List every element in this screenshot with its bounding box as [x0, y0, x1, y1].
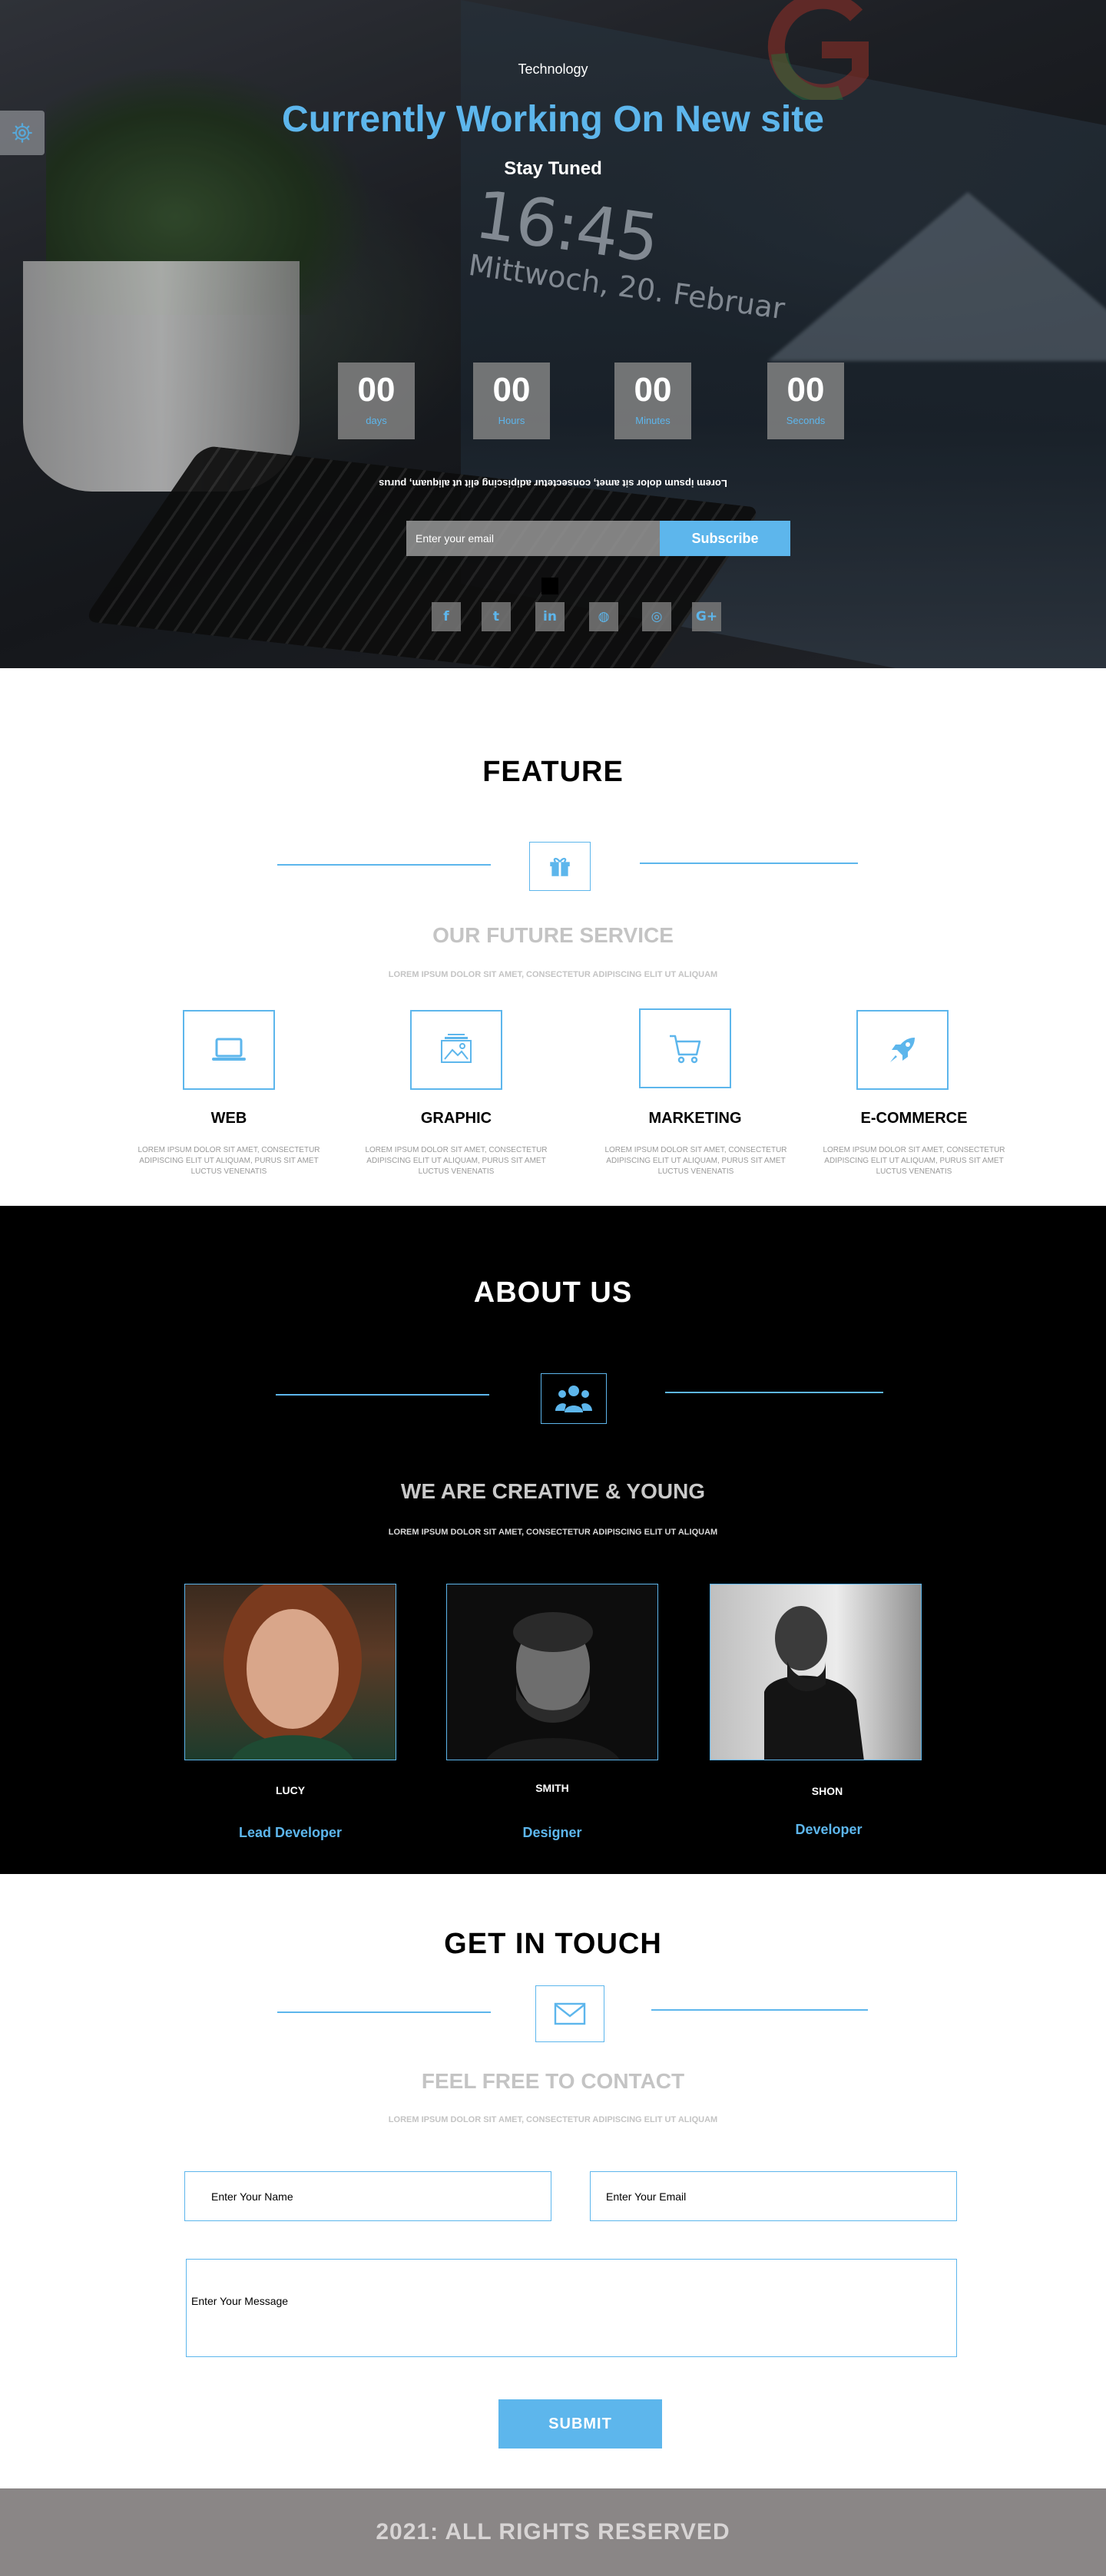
portrait-smith-image — [486, 1612, 620, 1760]
member-photo-lucy — [184, 1584, 396, 1760]
hero-marker — [541, 578, 558, 594]
service-graphic-name: GRAPHIC — [420, 1110, 492, 1127]
member-role: Developer — [795, 1822, 863, 1837]
service-web-name: WEB — [210, 1110, 247, 1127]
social-links: f t in ◍ ◎ G+ — [0, 602, 1106, 631]
contact-subtitle: FEEL FREE TO CONTACT — [421, 2069, 685, 2093]
member-role: Designer — [522, 1825, 582, 1840]
divider-right — [665, 1392, 883, 1393]
email-field[interactable] — [590, 2171, 957, 2221]
service-web-desc: LOREM IPSUM DOLOR SIT AMET, CONSECTETUR … — [137, 1146, 320, 1176]
divider-right — [651, 2009, 868, 2011]
feature-section: FEATURE OUR FUTURE SERVICE LOREM IPSUM D… — [0, 668, 1106, 1206]
hero-mirrored-text: Lorem ipsum dolor sit amet, consectetur … — [379, 478, 727, 489]
divider-left — [277, 864, 491, 866]
about-title: ABOUT US — [473, 1276, 633, 1309]
countdown-value: 00 — [492, 371, 531, 409]
globe-icon[interactable]: ◎ — [642, 602, 671, 631]
member-name: SMITH — [535, 1782, 569, 1794]
about-icon-frame — [541, 1373, 607, 1424]
laptop-icon — [212, 1038, 246, 1061]
countdown: 00 days 00 Hours 00 Minutes 00 Seconds — [0, 363, 1106, 439]
image-gallery-icon — [441, 1034, 472, 1063]
feature-title: FEATURE — [482, 756, 624, 788]
about-subtitle: WE ARE CREATIVE & YOUNG — [400, 1479, 706, 1503]
gift-icon — [550, 857, 570, 876]
contact-title: GET IN TOUCH — [444, 1928, 662, 1960]
subscribe-email-input[interactable] — [406, 521, 660, 556]
message-field[interactable] — [186, 2259, 957, 2357]
countdown-unit: Seconds — [786, 415, 826, 426]
member-name: LUCY — [275, 1784, 306, 1796]
users-icon — [555, 1386, 592, 1412]
feature-icon-frame — [529, 842, 591, 891]
hero-subline: Stay Tuned — [504, 158, 602, 179]
hero-section: 16:45 Mittwoch, 20. Februar Technology C… — [0, 0, 1106, 668]
envelope-icon — [554, 2002, 586, 2025]
footer-copyright: 2021: ALL RIGHTS RESERVED — [376, 2519, 730, 2545]
hero-eyebrow: Technology — [518, 61, 588, 77]
divider-right — [640, 863, 858, 864]
portrait-lucy-image — [224, 1584, 362, 1760]
twitter-icon[interactable]: t — [482, 602, 511, 631]
service-marketing-name: MARKETING — [648, 1110, 742, 1127]
countdown-unit: Minutes — [635, 415, 671, 426]
linkedin-icon[interactable]: in — [535, 602, 565, 631]
service-web-card[interactable] — [183, 1010, 275, 1090]
facebook-icon[interactable]: f — [432, 602, 461, 631]
contact-icon-frame — [535, 1985, 604, 2042]
about-section: ABOUT US WE ARE CREATIVE & YOUNG LOREM I… — [0, 1206, 1106, 1874]
member-role: Lead Developer — [238, 1825, 343, 1840]
contact-tagline: LOREM IPSUM DOLOR SIT AMET, CONSECTETUR … — [388, 2115, 718, 2124]
portrait-shon-image — [764, 1606, 864, 1760]
service-ecommerce-desc: LOREM IPSUM DOLOR SIT AMET, CONSECTETUR … — [823, 1146, 1005, 1176]
about-tagline: LOREM IPSUM DOLOR SIT AMET, CONSECTETUR … — [388, 1528, 718, 1537]
footer: 2021: ALL RIGHTS RESERVED — [0, 2488, 1106, 2576]
member-name: SHON — [811, 1785, 843, 1797]
service-graphic-desc: LOREM IPSUM DOLOR SIT AMET, CONSECTETUR … — [365, 1146, 548, 1176]
shopping-cart-icon — [670, 1035, 701, 1064]
name-field[interactable] — [184, 2171, 551, 2221]
subscribe-button[interactable]: Subscribe — [660, 521, 790, 556]
dribbble-icon[interactable]: ◍ — [589, 602, 618, 631]
service-graphic-card[interactable] — [410, 1010, 502, 1090]
subscribe-form: Subscribe — [406, 521, 790, 556]
contact-section: GET IN TOUCH FEEL FREE TO CONTACT LOREM … — [0, 1874, 1106, 2488]
service-ecommerce-card[interactable] — [856, 1010, 949, 1090]
google-plus-icon[interactable]: G+ — [692, 602, 721, 631]
hero-headline: Currently Working On New site — [282, 99, 824, 140]
service-marketing-card[interactable] — [639, 1008, 731, 1088]
divider-left — [276, 1394, 489, 1396]
countdown-days: 00 days — [338, 363, 415, 439]
countdown-value: 00 — [357, 371, 396, 409]
countdown-value: 00 — [634, 371, 672, 409]
divider-left — [277, 2011, 491, 2013]
countdown-hours: 00 Hours — [473, 363, 550, 439]
countdown-seconds: 00 Seconds — [767, 363, 844, 439]
submit-button[interactable]: SUBMIT — [498, 2399, 662, 2449]
countdown-minutes: 00 Minutes — [614, 363, 691, 439]
countdown-value: 00 — [786, 371, 825, 409]
member-photo-smith — [446, 1584, 658, 1760]
rocket-icon — [890, 1038, 915, 1062]
service-ecommerce-name: E-COMMERCE — [860, 1110, 968, 1127]
feature-subtitle: OUR FUTURE SERVICE — [432, 923, 674, 947]
service-marketing-desc: LOREM IPSUM DOLOR SIT AMET, CONSECTETUR … — [604, 1146, 787, 1176]
countdown-unit: Hours — [498, 415, 525, 426]
countdown-unit: days — [366, 415, 387, 426]
member-photo-shon — [710, 1584, 922, 1760]
feature-tagline: LOREM IPSUM DOLOR SIT AMET, CONSECTETUR … — [388, 970, 718, 979]
